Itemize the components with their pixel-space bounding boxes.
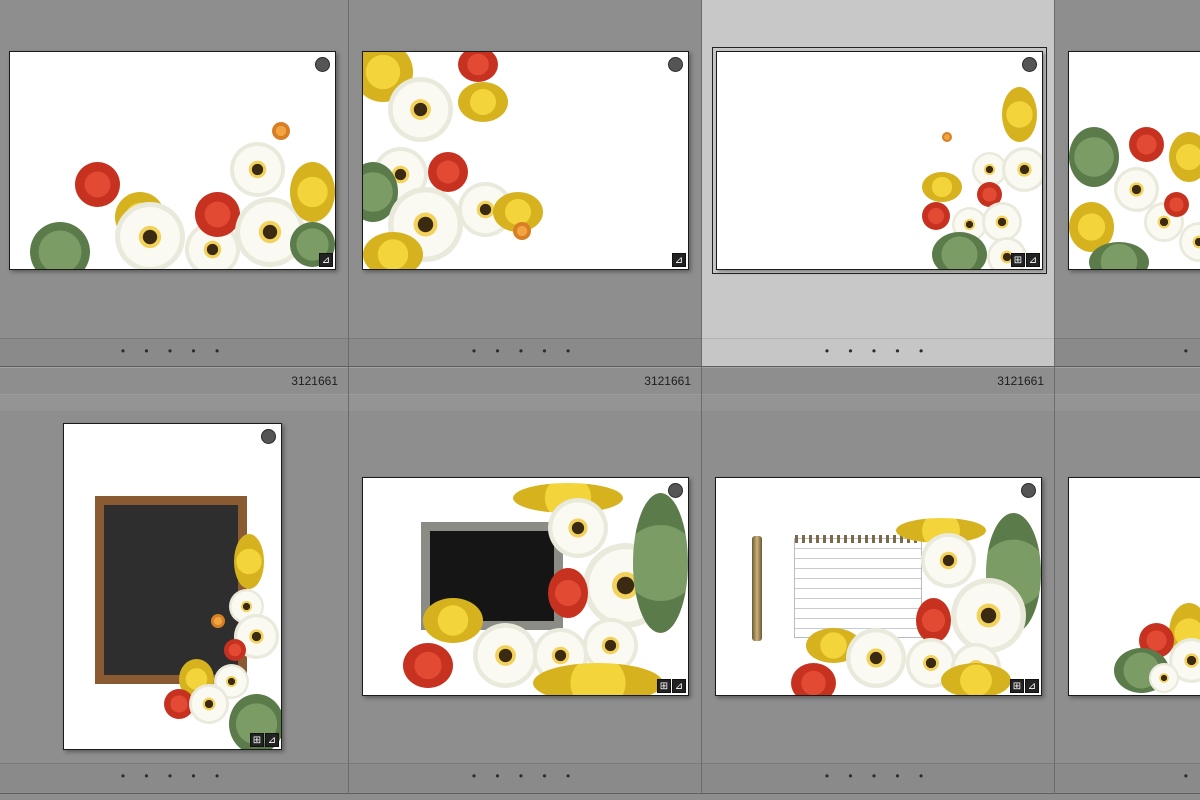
badge-group: ⊿ [672, 253, 686, 267]
cell-header: 3121661 [349, 367, 701, 411]
crop-icon[interactable]: ⊞ [250, 733, 264, 747]
photo-thumbnail[interactable]: ⊿ [9, 51, 336, 270]
flag-indicator[interactable] [1021, 483, 1036, 498]
star-rating[interactable]: • • • • • [349, 769, 701, 783]
photo-thumbnail[interactable]: ⊞ ⊿ [362, 477, 689, 696]
photo-thumbnail[interactable]: ⊞ ⊿ [63, 423, 282, 750]
photo-thumbnail[interactable]: ⊞ ⊿ [715, 477, 1042, 696]
cell-header: 3121661 [702, 367, 1054, 411]
cell-footer: • • • • • [0, 338, 348, 366]
star-rating[interactable]: • • • • • [0, 769, 348, 783]
develop-adjustment-icon[interactable]: ⊿ [319, 253, 333, 267]
develop-adjustment-icon[interactable]: ⊿ [1025, 679, 1039, 693]
cell-footer: • • • • • [349, 763, 701, 792]
notebook [794, 535, 922, 638]
grid-cell[interactable]: • [1055, 367, 1200, 794]
star-rating[interactable]: • [1055, 769, 1200, 783]
flag-indicator[interactable] [1022, 57, 1037, 72]
develop-adjustment-icon[interactable]: ⊿ [672, 679, 686, 693]
grid-cell[interactable]: ⊿ • • • • • [349, 0, 702, 367]
photo-thumbnail[interactable]: ⊞ ⊿ [712, 47, 1047, 274]
grid-cell[interactable]: 3121661 ⊞ ⊿ • • • • • [0, 367, 349, 794]
pen [752, 536, 762, 641]
letter-board [95, 496, 247, 684]
grid-cell-selected[interactable]: ⊞ ⊿ • • • • • [702, 0, 1055, 367]
badge-group: ⊿ [319, 253, 333, 267]
badge-group: ⊞ ⊿ [657, 679, 686, 693]
file-name-label: 3121661 [644, 374, 691, 388]
flag-indicator[interactable] [261, 429, 276, 444]
grid-cell[interactable]: 3121661 ⊞ ⊿ • • • • • [702, 367, 1055, 794]
cell-footer: • • • • • [0, 763, 348, 792]
crop-icon[interactable]: ⊞ [1010, 679, 1024, 693]
flag-indicator[interactable] [668, 483, 683, 498]
photo-thumbnail[interactable]: ⊿ [362, 51, 689, 270]
star-rating[interactable]: • • • • • [349, 344, 701, 358]
flag-indicator[interactable] [668, 57, 683, 72]
star-rating[interactable]: • [1055, 344, 1200, 358]
crop-icon[interactable]: ⊞ [657, 679, 671, 693]
badge-group: ⊞ ⊿ [250, 733, 279, 747]
file-name-label: 3121661 [997, 374, 1044, 388]
crop-icon[interactable]: ⊞ [1011, 253, 1025, 267]
photo-thumbnail[interactable] [1068, 477, 1200, 696]
flag-indicator[interactable] [315, 57, 330, 72]
cell-header [1055, 367, 1200, 411]
develop-adjustment-icon[interactable]: ⊿ [672, 253, 686, 267]
star-rating[interactable]: • • • • • [702, 769, 1054, 783]
grid-cell[interactable]: 3121661 ⊞ ⊿ • • • • • [349, 367, 702, 794]
photo-thumbnail[interactable] [1068, 51, 1200, 270]
cell-header: 3121661 [0, 367, 348, 411]
star-rating[interactable]: • • • • • [702, 344, 1054, 358]
grid-cell[interactable]: • [1055, 0, 1200, 367]
cell-footer: • [1055, 338, 1200, 366]
cell-footer: • • • • • [349, 338, 701, 366]
file-name-label: 3121661 [291, 374, 338, 388]
develop-adjustment-icon[interactable]: ⊿ [265, 733, 279, 747]
develop-adjustment-icon[interactable]: ⊿ [1026, 253, 1040, 267]
star-rating[interactable]: • • • • • [0, 344, 348, 358]
cell-footer: • [1055, 763, 1200, 792]
library-grid-view: ⊿ • • • • • ⊿ • • • • • ⊞ ⊿ • • • • • • … [0, 0, 1200, 800]
cell-footer: • • • • • [702, 338, 1054, 366]
cell-footer: • • • • • [702, 763, 1054, 792]
badge-group: ⊞ ⊿ [1011, 253, 1040, 267]
badge-group: ⊞ ⊿ [1010, 679, 1039, 693]
grid-cell[interactable]: ⊿ • • • • • [0, 0, 349, 367]
